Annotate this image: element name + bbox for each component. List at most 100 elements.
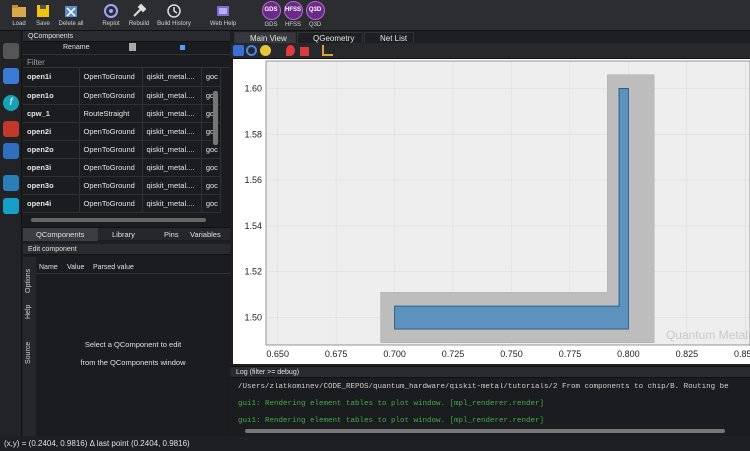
x-tick-label: 0.825 (676, 349, 699, 359)
build-history-button[interactable]: Build History (157, 1, 191, 31)
table-row[interactable]: open4i OpenToGround qiskit_metal.... goc (23, 194, 222, 213)
table-cell: qiskit_metal.... (142, 158, 202, 177)
vertical-scrollbar[interactable] (213, 91, 218, 145)
delete-all-button[interactable]: Delete all (54, 1, 88, 31)
tab-qgeometry[interactable]: QGeometry (297, 32, 363, 43)
tab-pins[interactable]: Pins (151, 228, 189, 241)
tab-qcomponents[interactable]: QComponents (23, 228, 98, 241)
table-cell: open2i (23, 122, 80, 141)
y-tick-label: 1.56 (244, 175, 262, 185)
table-cell: OpenToGround (79, 122, 143, 141)
tab-library[interactable]: Library (99, 228, 147, 241)
table-cell: OpenToGround (79, 86, 143, 105)
save-icon (37, 5, 49, 17)
edit-component-panel: Edit component Name Value Parsed value S… (23, 244, 230, 436)
table-cell: qiskit_metal.... (142, 104, 202, 123)
panel-title: QComponents (23, 31, 230, 42)
trash-icon[interactable] (129, 43, 136, 51)
table-row[interactable]: open1i OpenToGround qiskit_metal.... goc (23, 68, 222, 87)
y-tick-label: 1.60 (244, 83, 262, 93)
log-panel: Log (filter >= debug) /Users/zlatkominev… (231, 366, 750, 436)
qcomponents-panel: QComponents Rename Filter open1i OpenToGr… (23, 31, 230, 241)
home-icon[interactable] (233, 45, 244, 56)
y-tick-label: 1.52 (244, 267, 262, 277)
chip-icon[interactable] (3, 43, 19, 59)
table-cell: OpenToGround (79, 194, 143, 213)
ruler-icon[interactable] (322, 45, 333, 56)
x-tick-label: 0.675 (325, 349, 348, 359)
table-cell: qiskit_metal.... (142, 194, 202, 213)
select-icon[interactable] (3, 175, 19, 191)
plot-toolbar (231, 43, 750, 59)
layout-plot[interactable]: 1.50 1.52 1.54 1.56 1.58 1.60 0.650 0.675 0.700 0… (233, 59, 750, 364)
plugin-icon[interactable] (3, 121, 19, 137)
y-tick-label: 1.54 (244, 221, 262, 231)
thumbs-up-icon[interactable] (3, 68, 19, 84)
function-icon[interactable]: f (3, 95, 19, 111)
left-bottom-tabs: QComponents Library Pins Variables (23, 227, 230, 241)
log-line: gui1: Rendering element tables to plot w… (238, 417, 545, 425)
tab-net-list[interactable]: Net List (364, 32, 414, 43)
table-cell: open1o (23, 86, 80, 105)
q3d-icon: Q3D (305, 1, 325, 20)
panel-title: Edit component (23, 244, 230, 255)
x-tick-label: 0.850 (734, 349, 750, 359)
table-cell: open3o (23, 176, 80, 195)
pan-icon[interactable] (260, 45, 271, 56)
pin-icon[interactable] (286, 45, 295, 56)
log-horizontal-scrollbar[interactable] (245, 429, 725, 433)
tab-variables[interactable]: Variables (190, 228, 230, 241)
watermark: Quantum Metal (666, 328, 748, 342)
table-cell: goc (201, 158, 222, 177)
log-line: gui1: Rendering element tables to plot w… (238, 400, 545, 408)
folder-icon (12, 5, 26, 17)
table-row[interactable]: open1o OpenToGround qiskit_metal.... goc (23, 86, 222, 105)
filter-input[interactable]: Filter (23, 54, 230, 68)
q3d-button[interactable]: Q3D Q3D (298, 1, 332, 31)
tab-main-view[interactable]: Main View (234, 32, 296, 43)
main-view-tabs: Main View QGeometry Net List (231, 31, 750, 43)
focus-icon[interactable] (180, 45, 185, 50)
zoom-icon[interactable] (246, 45, 257, 56)
table-cell: open2o (23, 140, 80, 159)
table-cell: qiskit_metal.... (142, 122, 202, 141)
replot-icon (104, 4, 118, 18)
x-tick-label: 0.700 (383, 349, 406, 359)
horizontal-scrollbar[interactable] (31, 218, 206, 222)
delete-icon (65, 6, 77, 17)
table-row[interactable]: open3o OpenToGround qiskit_metal.... goc (23, 176, 222, 195)
plot-canvas[interactable]: 1.50 1.52 1.54 1.56 1.58 1.60 0.650 0.675 0.700 0… (233, 59, 750, 364)
table-row[interactable]: open2i OpenToGround qiskit_metal.... goc (23, 122, 222, 141)
qcomponents-table: open1i OpenToGround qiskit_metal.... goc ope… (23, 68, 222, 213)
x-tick-label: 0.775 (559, 349, 582, 359)
edit-table-header: Name Value Parsed value (36, 262, 230, 274)
table-cell: open1i (23, 68, 80, 87)
log-line: /Users/zlatkominev/CODE_REPOS/quantum_ha… (238, 383, 729, 391)
table-cell: qiskit_metal.... (142, 68, 202, 87)
table-cell: OpenToGround (79, 140, 143, 159)
table-cell: qiskit_metal.... (142, 140, 202, 159)
table-row[interactable]: open2o OpenToGround qiskit_metal.... goc (23, 140, 222, 159)
table-cell: qiskit_metal.... (142, 176, 202, 195)
table-cell: open3i (23, 158, 80, 177)
camera-icon[interactable] (3, 198, 19, 214)
table-row[interactable]: cpw_1 RouteStraight qiskit_metal.... goc (23, 104, 222, 123)
rename-button[interactable]: Rename (63, 44, 89, 51)
edit-side-tabs: Options Help Source (23, 257, 36, 436)
x-tick-label: 0.800 (617, 349, 640, 359)
x-tick-label: 0.725 (442, 349, 465, 359)
table-cell: qiskit_metal.... (142, 86, 202, 105)
y-tick-label: 1.58 (244, 129, 262, 139)
table-row[interactable]: open3i OpenToGround qiskit_metal.... goc (23, 158, 222, 177)
help-icon (217, 6, 229, 16)
table-cell: goc (201, 68, 222, 87)
y-tick-label: 1.50 (244, 313, 262, 323)
edit-empty-message: Select a QComponent to edit from the QCo… (80, 340, 186, 367)
rebuild-button[interactable]: Rebuild (122, 1, 156, 31)
log-title: Log (filter >= debug) (231, 367, 750, 378)
table-cell: OpenToGround (79, 158, 143, 177)
log-icon[interactable] (3, 143, 19, 159)
table-cell: goc (201, 176, 222, 195)
lock-icon[interactable] (300, 47, 309, 56)
web-help-button[interactable]: Web Help (206, 1, 240, 31)
